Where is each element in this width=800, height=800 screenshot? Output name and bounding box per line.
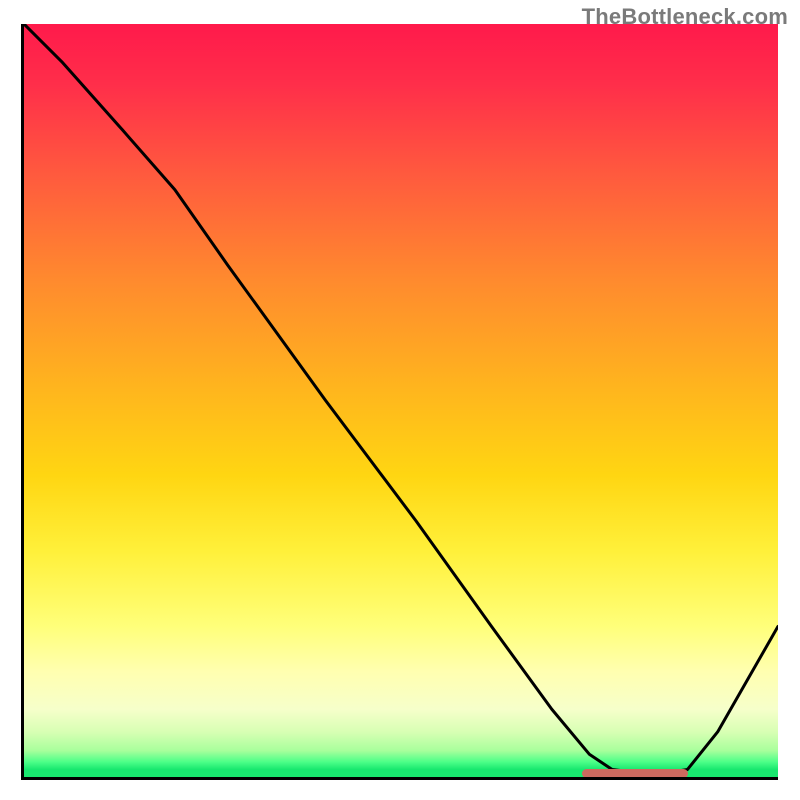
axes-frame bbox=[21, 24, 778, 780]
chart-canvas: TheBottleneck.com bbox=[0, 0, 800, 800]
